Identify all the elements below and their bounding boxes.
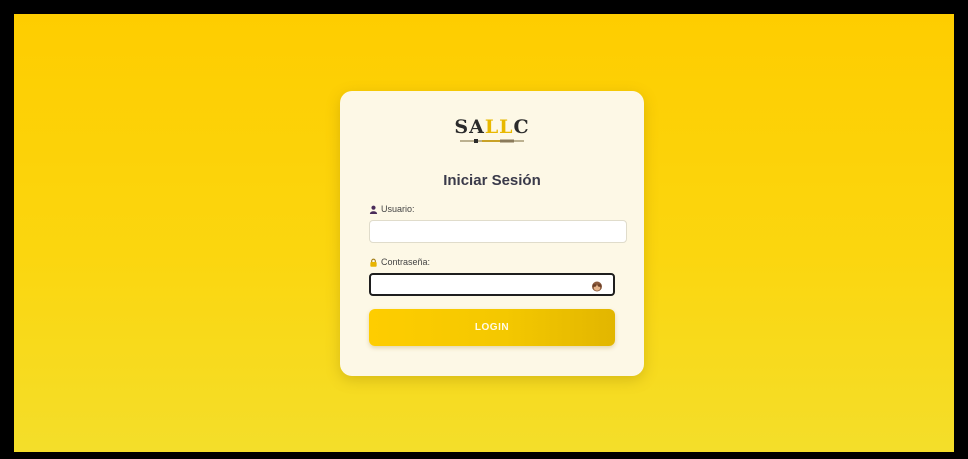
password-label: Contraseña:: [369, 257, 430, 267]
lock-icon: [369, 258, 378, 267]
username-label: Usuario:: [369, 204, 415, 214]
monkey-see-no-evil-icon[interactable]: [591, 279, 603, 292]
password-input[interactable]: [369, 273, 615, 296]
page-background: SALLC Iniciar Sesión Usuario: Contraseña…: [14, 14, 954, 452]
logo-underline-graphic: [460, 139, 524, 143]
user-icon: [369, 205, 378, 214]
login-button[interactable]: LOGIN: [369, 309, 615, 346]
logo: SALLC: [340, 117, 644, 144]
page-title: Iniciar Sesión: [443, 172, 541, 189]
username-input[interactable]: [369, 220, 627, 243]
logo-text: SALLC: [454, 116, 530, 138]
login-card: SALLC Iniciar Sesión Usuario: Contraseña…: [340, 91, 644, 376]
